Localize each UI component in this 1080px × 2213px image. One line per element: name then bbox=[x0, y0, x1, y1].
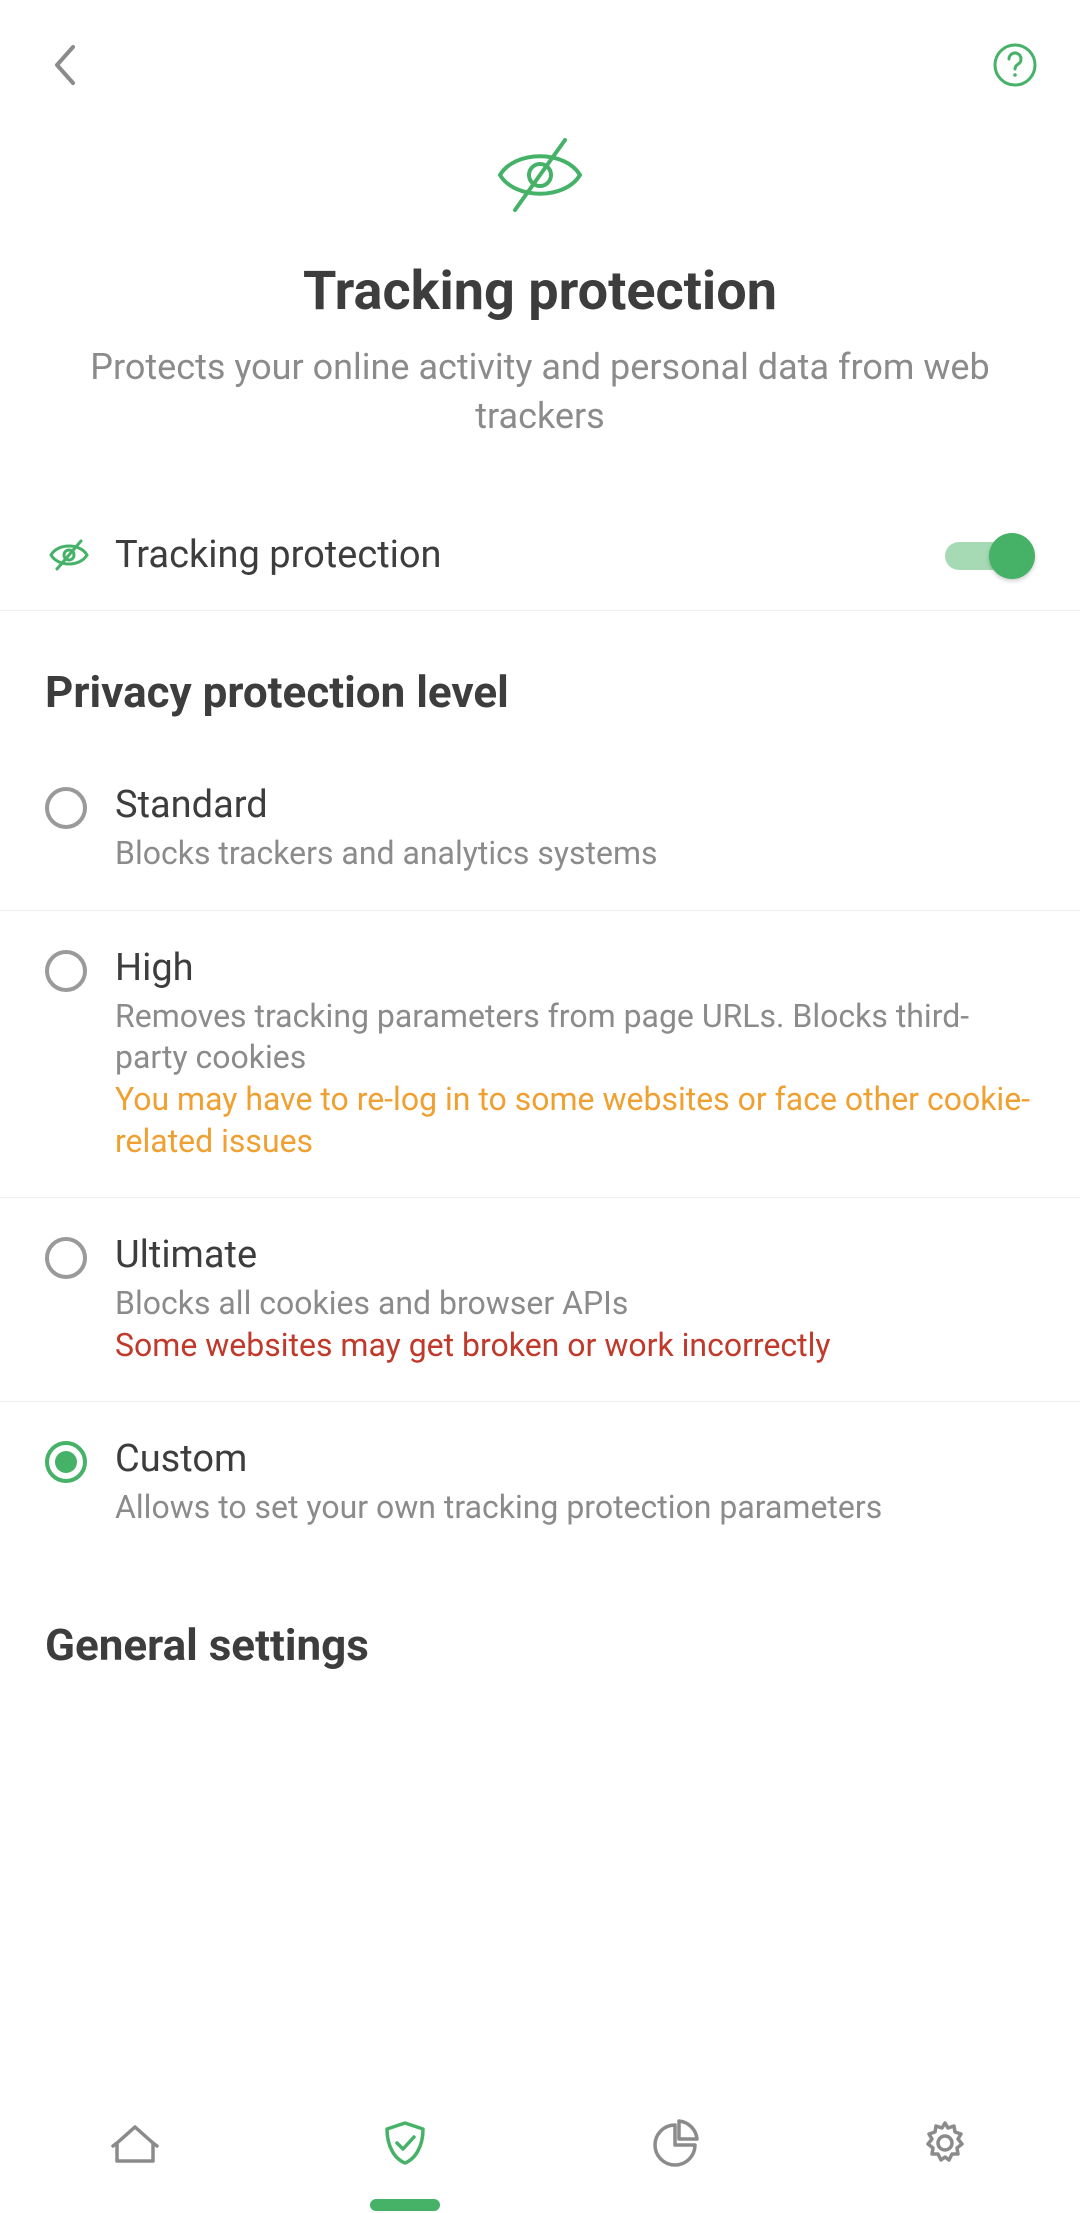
help-icon bbox=[992, 42, 1038, 88]
nav-home[interactable] bbox=[0, 2073, 270, 2213]
nav-active-indicator bbox=[370, 2199, 440, 2211]
option-high[interactable]: High Removes tracking parameters from pa… bbox=[0, 911, 1080, 1198]
option-warning: Some websites may get broken or work inc… bbox=[115, 1325, 1035, 1367]
radio-button[interactable] bbox=[45, 787, 87, 829]
radio-button[interactable] bbox=[45, 1441, 87, 1483]
option-description: Allows to set your own tracking protecti… bbox=[115, 1487, 1035, 1529]
tracking-protection-toggle-row[interactable]: Tracking protection bbox=[0, 500, 1080, 611]
section-title-general-settings: General settings bbox=[0, 1564, 1080, 1701]
page-title: Tracking protection bbox=[60, 260, 1020, 323]
option-custom[interactable]: Custom Allows to set your own tracking p… bbox=[0, 1402, 1080, 1564]
eye-slash-icon bbox=[485, 120, 595, 230]
option-description: Removes tracking parameters from page UR… bbox=[115, 996, 1035, 1079]
option-title: High bbox=[115, 946, 1035, 990]
tracking-protection-hero-icon bbox=[60, 120, 1020, 230]
bottom-nav bbox=[0, 2073, 1080, 2213]
option-title: Standard bbox=[115, 783, 1035, 827]
nav-settings[interactable] bbox=[810, 2073, 1080, 2213]
option-standard[interactable]: Standard Blocks trackers and analytics s… bbox=[0, 748, 1080, 911]
help-button[interactable] bbox=[990, 40, 1040, 90]
option-ultimate[interactable]: Ultimate Blocks all cookies and browser … bbox=[0, 1198, 1080, 1402]
toggle-label: Tracking protection bbox=[105, 533, 945, 577]
pie-chart-icon bbox=[649, 2117, 701, 2169]
nav-protection[interactable] bbox=[270, 2073, 540, 2213]
gear-icon bbox=[919, 2117, 971, 2169]
hero: Tracking protection Protects your online… bbox=[0, 100, 1080, 500]
nav-stats[interactable] bbox=[540, 2073, 810, 2213]
home-icon bbox=[109, 2117, 161, 2169]
tracking-protection-switch[interactable] bbox=[945, 530, 1035, 580]
eye-slash-icon bbox=[45, 531, 105, 579]
radio-button[interactable] bbox=[45, 1237, 87, 1279]
back-button[interactable] bbox=[40, 40, 90, 90]
option-description: Blocks trackers and analytics systems bbox=[115, 833, 1035, 875]
chevron-left-icon bbox=[51, 43, 79, 87]
option-title: Ultimate bbox=[115, 1233, 1035, 1277]
section-title-privacy-level: Privacy protection level bbox=[0, 611, 1080, 748]
option-description: Blocks all cookies and browser APIs bbox=[115, 1283, 1035, 1325]
page-subtitle: Protects your online activity and person… bbox=[60, 343, 1020, 440]
top-bar bbox=[0, 0, 1080, 100]
option-title: Custom bbox=[115, 1437, 1035, 1481]
shield-check-icon bbox=[379, 2117, 431, 2169]
radio-button[interactable] bbox=[45, 950, 87, 992]
option-warning: You may have to re-log in to some websit… bbox=[115, 1079, 1035, 1162]
